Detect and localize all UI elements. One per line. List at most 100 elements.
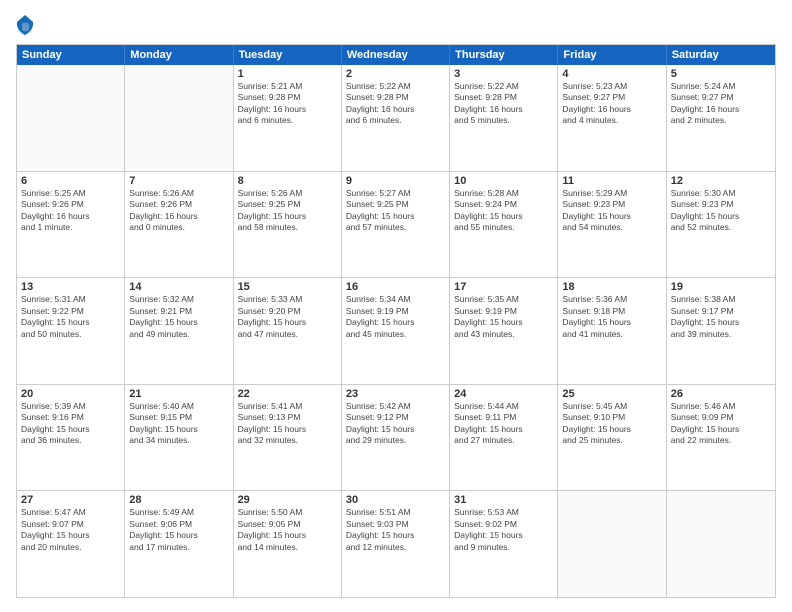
day-info: Sunrise: 5:34 AM Sunset: 9:19 PM Dayligh… xyxy=(346,294,445,340)
day-cell-4: 4Sunrise: 5:23 AM Sunset: 9:27 PM Daylig… xyxy=(558,65,666,171)
day-cell-24: 24Sunrise: 5:44 AM Sunset: 9:11 PM Dayli… xyxy=(450,385,558,491)
day-cell-11: 11Sunrise: 5:29 AM Sunset: 9:23 PM Dayli… xyxy=(558,172,666,278)
day-cell-6: 6Sunrise: 5:25 AM Sunset: 9:26 PM Daylig… xyxy=(17,172,125,278)
day-info: Sunrise: 5:49 AM Sunset: 9:06 PM Dayligh… xyxy=(129,507,228,553)
calendar-row-0: 1Sunrise: 5:21 AM Sunset: 9:28 PM Daylig… xyxy=(17,65,775,172)
day-info: Sunrise: 5:22 AM Sunset: 9:28 PM Dayligh… xyxy=(346,81,445,127)
day-cell-8: 8Sunrise: 5:26 AM Sunset: 9:25 PM Daylig… xyxy=(234,172,342,278)
day-number: 28 xyxy=(129,494,228,506)
day-info: Sunrise: 5:21 AM Sunset: 9:28 PM Dayligh… xyxy=(238,81,337,127)
day-cell-12: 12Sunrise: 5:30 AM Sunset: 9:23 PM Dayli… xyxy=(667,172,775,278)
day-number: 14 xyxy=(129,281,228,293)
weekday-header-monday: Monday xyxy=(125,45,233,65)
day-info: Sunrise: 5:45 AM Sunset: 9:10 PM Dayligh… xyxy=(562,401,661,447)
day-info: Sunrise: 5:23 AM Sunset: 9:27 PM Dayligh… xyxy=(562,81,661,127)
day-number: 3 xyxy=(454,68,553,80)
day-cell-25: 25Sunrise: 5:45 AM Sunset: 9:10 PM Dayli… xyxy=(558,385,666,491)
day-number: 10 xyxy=(454,175,553,187)
day-cell-18: 18Sunrise: 5:36 AM Sunset: 9:18 PM Dayli… xyxy=(558,278,666,384)
day-info: Sunrise: 5:22 AM Sunset: 9:28 PM Dayligh… xyxy=(454,81,553,127)
empty-cell-0-0 xyxy=(17,65,125,171)
day-cell-7: 7Sunrise: 5:26 AM Sunset: 9:26 PM Daylig… xyxy=(125,172,233,278)
day-cell-13: 13Sunrise: 5:31 AM Sunset: 9:22 PM Dayli… xyxy=(17,278,125,384)
day-info: Sunrise: 5:42 AM Sunset: 9:12 PM Dayligh… xyxy=(346,401,445,447)
weekday-header-saturday: Saturday xyxy=(667,45,775,65)
day-info: Sunrise: 5:36 AM Sunset: 9:18 PM Dayligh… xyxy=(562,294,661,340)
page: SundayMondayTuesdayWednesdayThursdayFrid… xyxy=(0,0,792,612)
day-number: 6 xyxy=(21,175,120,187)
day-number: 16 xyxy=(346,281,445,293)
day-info: Sunrise: 5:28 AM Sunset: 9:24 PM Dayligh… xyxy=(454,188,553,234)
day-info: Sunrise: 5:44 AM Sunset: 9:11 PM Dayligh… xyxy=(454,401,553,447)
empty-cell-0-1 xyxy=(125,65,233,171)
day-info: Sunrise: 5:33 AM Sunset: 9:20 PM Dayligh… xyxy=(238,294,337,340)
day-info: Sunrise: 5:35 AM Sunset: 9:19 PM Dayligh… xyxy=(454,294,553,340)
day-info: Sunrise: 5:38 AM Sunset: 9:17 PM Dayligh… xyxy=(671,294,771,340)
calendar-header: SundayMondayTuesdayWednesdayThursdayFrid… xyxy=(17,45,775,65)
day-number: 17 xyxy=(454,281,553,293)
day-number: 26 xyxy=(671,388,771,400)
day-number: 4 xyxy=(562,68,661,80)
day-cell-15: 15Sunrise: 5:33 AM Sunset: 9:20 PM Dayli… xyxy=(234,278,342,384)
day-number: 9 xyxy=(346,175,445,187)
calendar: SundayMondayTuesdayWednesdayThursdayFrid… xyxy=(16,44,776,598)
day-cell-5: 5Sunrise: 5:24 AM Sunset: 9:27 PM Daylig… xyxy=(667,65,775,171)
day-info: Sunrise: 5:26 AM Sunset: 9:26 PM Dayligh… xyxy=(129,188,228,234)
day-number: 22 xyxy=(238,388,337,400)
day-cell-19: 19Sunrise: 5:38 AM Sunset: 9:17 PM Dayli… xyxy=(667,278,775,384)
day-info: Sunrise: 5:29 AM Sunset: 9:23 PM Dayligh… xyxy=(562,188,661,234)
day-number: 1 xyxy=(238,68,337,80)
calendar-body: 1Sunrise: 5:21 AM Sunset: 9:28 PM Daylig… xyxy=(17,65,775,597)
day-number: 23 xyxy=(346,388,445,400)
day-cell-17: 17Sunrise: 5:35 AM Sunset: 9:19 PM Dayli… xyxy=(450,278,558,384)
day-info: Sunrise: 5:32 AM Sunset: 9:21 PM Dayligh… xyxy=(129,294,228,340)
day-number: 19 xyxy=(671,281,771,293)
day-number: 21 xyxy=(129,388,228,400)
calendar-row-1: 6Sunrise: 5:25 AM Sunset: 9:26 PM Daylig… xyxy=(17,172,775,279)
calendar-row-3: 20Sunrise: 5:39 AM Sunset: 9:16 PM Dayli… xyxy=(17,385,775,492)
day-number: 29 xyxy=(238,494,337,506)
header xyxy=(16,14,776,36)
day-cell-1: 1Sunrise: 5:21 AM Sunset: 9:28 PM Daylig… xyxy=(234,65,342,171)
day-info: Sunrise: 5:41 AM Sunset: 9:13 PM Dayligh… xyxy=(238,401,337,447)
calendar-row-2: 13Sunrise: 5:31 AM Sunset: 9:22 PM Dayli… xyxy=(17,278,775,385)
day-cell-23: 23Sunrise: 5:42 AM Sunset: 9:12 PM Dayli… xyxy=(342,385,450,491)
day-number: 12 xyxy=(671,175,771,187)
day-info: Sunrise: 5:39 AM Sunset: 9:16 PM Dayligh… xyxy=(21,401,120,447)
day-number: 13 xyxy=(21,281,120,293)
day-info: Sunrise: 5:31 AM Sunset: 9:22 PM Dayligh… xyxy=(21,294,120,340)
day-number: 27 xyxy=(21,494,120,506)
day-number: 15 xyxy=(238,281,337,293)
day-number: 24 xyxy=(454,388,553,400)
day-info: Sunrise: 5:51 AM Sunset: 9:03 PM Dayligh… xyxy=(346,507,445,553)
day-info: Sunrise: 5:46 AM Sunset: 9:09 PM Dayligh… xyxy=(671,401,771,447)
day-cell-30: 30Sunrise: 5:51 AM Sunset: 9:03 PM Dayli… xyxy=(342,491,450,597)
empty-cell-4-6 xyxy=(667,491,775,597)
weekday-header-wednesday: Wednesday xyxy=(342,45,450,65)
day-cell-26: 26Sunrise: 5:46 AM Sunset: 9:09 PM Dayli… xyxy=(667,385,775,491)
day-cell-29: 29Sunrise: 5:50 AM Sunset: 9:05 PM Dayli… xyxy=(234,491,342,597)
day-info: Sunrise: 5:50 AM Sunset: 9:05 PM Dayligh… xyxy=(238,507,337,553)
day-cell-14: 14Sunrise: 5:32 AM Sunset: 9:21 PM Dayli… xyxy=(125,278,233,384)
day-cell-21: 21Sunrise: 5:40 AM Sunset: 9:15 PM Dayli… xyxy=(125,385,233,491)
weekday-header-thursday: Thursday xyxy=(450,45,558,65)
calendar-row-4: 27Sunrise: 5:47 AM Sunset: 9:07 PM Dayli… xyxy=(17,491,775,597)
day-info: Sunrise: 5:53 AM Sunset: 9:02 PM Dayligh… xyxy=(454,507,553,553)
day-cell-22: 22Sunrise: 5:41 AM Sunset: 9:13 PM Dayli… xyxy=(234,385,342,491)
day-number: 7 xyxy=(129,175,228,187)
day-number: 20 xyxy=(21,388,120,400)
day-cell-20: 20Sunrise: 5:39 AM Sunset: 9:16 PM Dayli… xyxy=(17,385,125,491)
day-info: Sunrise: 5:30 AM Sunset: 9:23 PM Dayligh… xyxy=(671,188,771,234)
day-number: 25 xyxy=(562,388,661,400)
day-info: Sunrise: 5:27 AM Sunset: 9:25 PM Dayligh… xyxy=(346,188,445,234)
day-number: 11 xyxy=(562,175,661,187)
day-number: 8 xyxy=(238,175,337,187)
day-cell-2: 2Sunrise: 5:22 AM Sunset: 9:28 PM Daylig… xyxy=(342,65,450,171)
day-cell-28: 28Sunrise: 5:49 AM Sunset: 9:06 PM Dayli… xyxy=(125,491,233,597)
day-info: Sunrise: 5:47 AM Sunset: 9:07 PM Dayligh… xyxy=(21,507,120,553)
day-cell-16: 16Sunrise: 5:34 AM Sunset: 9:19 PM Dayli… xyxy=(342,278,450,384)
day-number: 31 xyxy=(454,494,553,506)
day-info: Sunrise: 5:40 AM Sunset: 9:15 PM Dayligh… xyxy=(129,401,228,447)
day-number: 5 xyxy=(671,68,771,80)
day-info: Sunrise: 5:26 AM Sunset: 9:25 PM Dayligh… xyxy=(238,188,337,234)
